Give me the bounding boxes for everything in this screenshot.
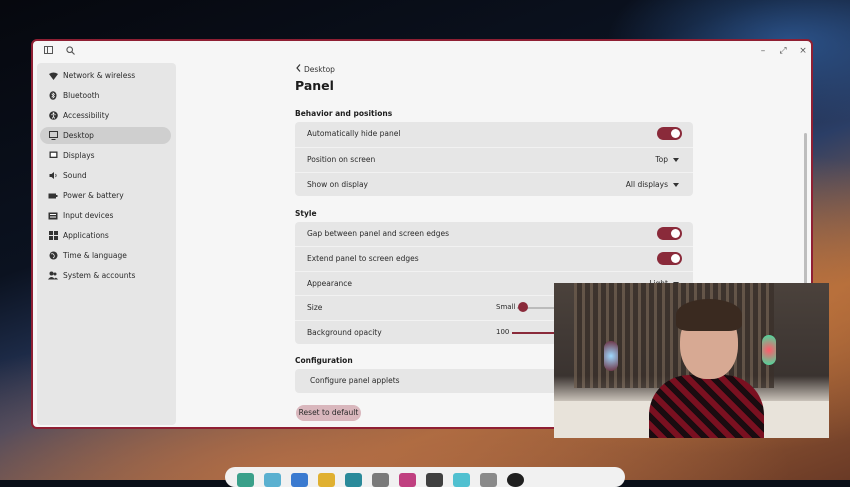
- opacity-value: 100: [496, 328, 510, 336]
- sidebar-toggle-icon[interactable]: [42, 46, 54, 58]
- sidebar-item-label: Displays: [63, 151, 95, 160]
- gap-label: Gap between panel and screen edges: [307, 229, 450, 238]
- close-button[interactable]: ×: [797, 45, 809, 57]
- users-icon: [48, 271, 58, 281]
- minimize-button[interactable]: –: [757, 45, 769, 57]
- sidebar-item-bluetooth[interactable]: Bluetooth: [40, 87, 171, 104]
- section-title-style: Style: [295, 209, 317, 218]
- toggle-knob: [671, 254, 680, 263]
- position-value: Top: [655, 155, 668, 164]
- position-row: Position on screen Top: [295, 147, 693, 172]
- extend-toggle[interactable]: [657, 252, 682, 265]
- toggle-knob: [671, 129, 680, 138]
- sidebar-item-accessibility[interactable]: Accessibility: [40, 107, 171, 124]
- sidebar-item-label: Applications: [63, 231, 109, 240]
- lamp-left: [604, 341, 618, 371]
- auto-hide-row: Automatically hide panel: [295, 122, 693, 146]
- position-dropdown[interactable]: Top: [655, 155, 679, 164]
- gap-row: Gap between panel and screen edges: [295, 222, 693, 246]
- behavior-group: Automatically hide panel Position on scr…: [295, 122, 693, 196]
- show-on-display-label: Show on display: [307, 180, 368, 189]
- sidebar-item-label: Desktop: [63, 131, 94, 140]
- dock-app-icon[interactable]: [237, 473, 254, 487]
- dock-app-icon[interactable]: [264, 473, 281, 487]
- auto-hide-toggle[interactable]: [657, 127, 682, 140]
- sidebar-item-label: Time & language: [63, 251, 127, 260]
- sidebar-item-input-devices[interactable]: Input devices: [40, 207, 171, 224]
- dock-app-icon[interactable]: [291, 473, 308, 487]
- breadcrumb-label: Desktop: [304, 64, 335, 74]
- speaker-icon: [48, 171, 58, 181]
- show-on-display-row: Show on display All displays: [295, 172, 693, 197]
- person-hair: [676, 299, 742, 331]
- sidebar-item-label: Accessibility: [63, 111, 110, 120]
- size-slider-knob[interactable]: [518, 302, 528, 312]
- sidebar: Network & wireless Bluetooth Accessibili…: [37, 63, 176, 425]
- battery-icon: [48, 191, 58, 201]
- appearance-label: Appearance: [307, 279, 353, 288]
- sidebar-item-desktop[interactable]: Desktop: [40, 127, 171, 144]
- dock-app-icon[interactable]: [507, 473, 524, 487]
- sidebar-item-network[interactable]: Network & wireless: [40, 67, 171, 84]
- chevron-down-icon: [673, 157, 679, 162]
- configure-applets-label: Configure panel applets: [310, 376, 400, 385]
- position-label: Position on screen: [307, 155, 376, 164]
- sidebar-item-sound[interactable]: Sound: [40, 167, 171, 184]
- size-value: Small: [496, 303, 516, 311]
- auto-hide-label: Automatically hide panel: [307, 129, 401, 138]
- sidebar-item-displays[interactable]: Displays: [40, 147, 171, 164]
- wifi-icon: [48, 71, 58, 81]
- show-on-display-value: All displays: [625, 180, 668, 189]
- monitor-icon: [48, 131, 58, 141]
- search-icon[interactable]: [64, 46, 76, 58]
- dock-app-icon[interactable]: [399, 473, 416, 487]
- person-body: [649, 375, 764, 438]
- dock-app-icon[interactable]: [318, 473, 335, 487]
- dock-app-icon[interactable]: [426, 473, 443, 487]
- sidebar-item-label: Network & wireless: [63, 71, 136, 80]
- toggle-knob: [671, 229, 680, 238]
- dock-app-icon[interactable]: [453, 473, 470, 487]
- bluetooth-icon: [48, 91, 58, 101]
- extend-row: Extend panel to screen edges: [295, 246, 693, 271]
- grid-icon: [48, 231, 58, 241]
- sidebar-item-label: Sound: [63, 171, 87, 180]
- lamp-right: [762, 335, 776, 365]
- display-icon: [48, 151, 58, 161]
- globe-icon: [48, 251, 58, 261]
- chevron-left-icon: [296, 64, 301, 74]
- section-title-behavior: Behavior and positions: [295, 109, 393, 118]
- sidebar-item-time-language[interactable]: Time & language: [40, 247, 171, 264]
- dock-app-icon[interactable]: [480, 473, 497, 487]
- reset-to-default-button[interactable]: Reset to default: [296, 405, 361, 421]
- chevron-down-icon: [673, 182, 679, 187]
- dock-app-icon[interactable]: [345, 473, 362, 487]
- webcam-overlay: [554, 283, 829, 438]
- sidebar-item-label: System & accounts: [63, 271, 136, 280]
- sidebar-item-label: Input devices: [63, 211, 114, 220]
- accessibility-icon: [48, 111, 58, 121]
- extend-label: Extend panel to screen edges: [307, 254, 419, 263]
- section-title-configuration: Configuration: [295, 356, 353, 365]
- sidebar-item-system-accounts[interactable]: System & accounts: [40, 267, 171, 284]
- opacity-label: Background opacity: [307, 328, 382, 337]
- header-bar: – ⤢ ×: [33, 41, 811, 63]
- wall-slats: [574, 283, 774, 388]
- gap-toggle[interactable]: [657, 227, 682, 240]
- breadcrumb[interactable]: Desktop: [296, 64, 335, 74]
- sidebar-item-label: Power & battery: [63, 191, 124, 200]
- keyboard-icon: [48, 211, 58, 221]
- dock-app-icon[interactable]: [372, 473, 389, 487]
- sidebar-item-power[interactable]: Power & battery: [40, 187, 171, 204]
- sidebar-item-applications[interactable]: Applications: [40, 227, 171, 244]
- sidebar-item-label: Bluetooth: [63, 91, 100, 100]
- size-label: Size: [307, 303, 323, 312]
- maximize-button[interactable]: ⤢: [777, 45, 789, 57]
- show-on-display-dropdown[interactable]: All displays: [626, 180, 679, 189]
- page-title: Panel: [295, 78, 334, 93]
- dock: [225, 467, 625, 487]
